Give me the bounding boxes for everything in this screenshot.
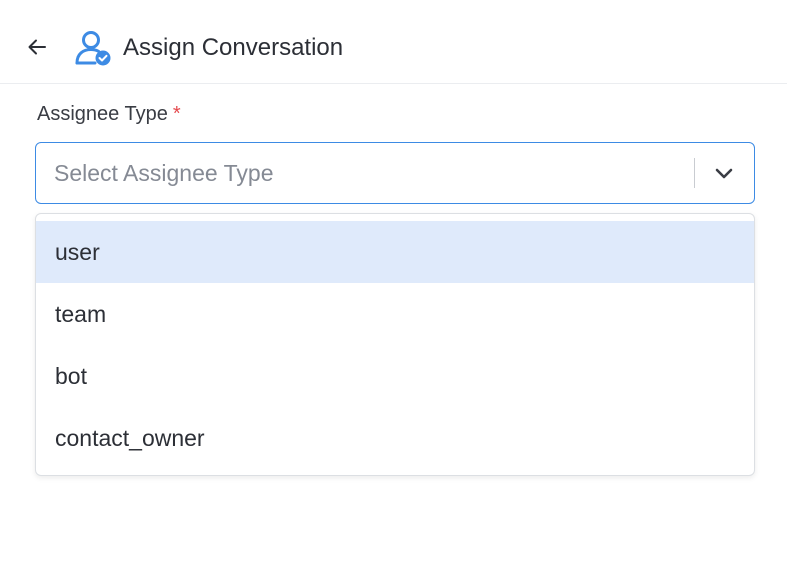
option-team[interactable]: team xyxy=(36,283,754,345)
required-mark: * xyxy=(172,103,181,125)
user-check-icon xyxy=(75,31,111,66)
back-button[interactable] xyxy=(22,32,52,62)
assignee-type-options-menu: user team bot contact_owner xyxy=(35,213,755,476)
option-user[interactable]: user xyxy=(36,221,754,283)
assignee-type-label-text: Assignee Type xyxy=(37,103,168,125)
header: Assign Conversation xyxy=(0,0,787,84)
arrow-left-icon xyxy=(28,39,46,55)
option-bot[interactable]: bot xyxy=(36,345,754,407)
select-divider xyxy=(694,158,695,188)
assignee-type-placeholder: Select Assignee Type xyxy=(54,160,274,186)
assignee-type-select[interactable]: Select Assignee Type xyxy=(35,142,755,204)
page-title: Assign Conversation xyxy=(123,34,344,61)
chevron-down-icon[interactable] xyxy=(711,160,737,186)
assignee-type-label: Assignee Type * xyxy=(37,100,181,128)
option-contact-owner[interactable]: contact_owner xyxy=(36,407,754,469)
